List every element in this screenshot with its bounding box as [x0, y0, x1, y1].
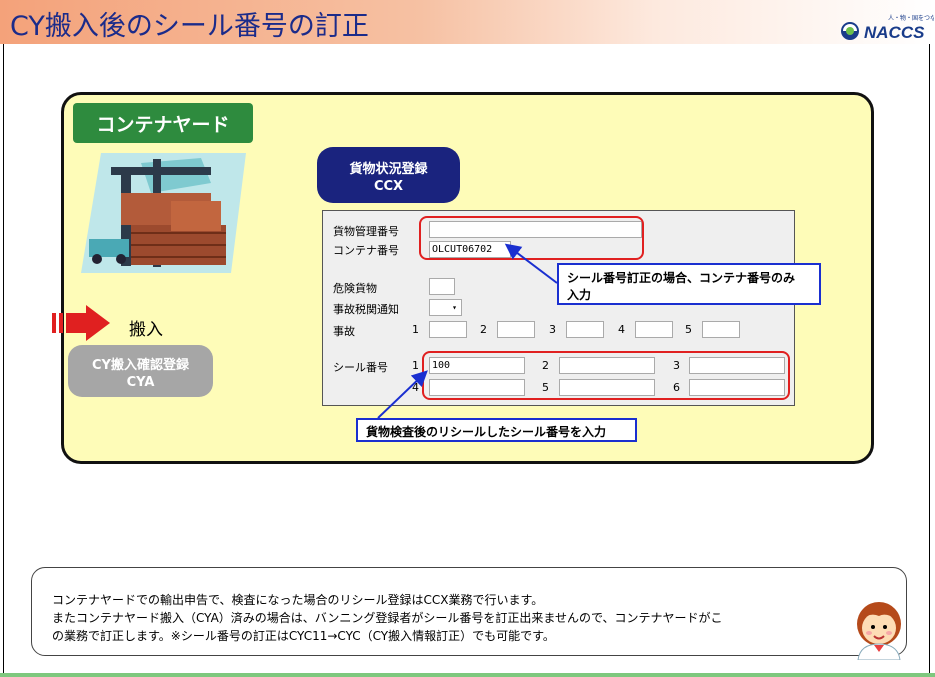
container-no-highlight — [419, 216, 644, 260]
staff-character-illustration — [857, 602, 901, 660]
accident-input-1[interactable] — [429, 321, 467, 338]
dangerous-input[interactable] — [429, 278, 455, 295]
seal-num-1: 1 — [412, 359, 419, 372]
accident-num-2: 2 — [480, 323, 487, 336]
bottom-rule — [0, 673, 935, 677]
right-border — [929, 44, 930, 677]
accident-input-2[interactable] — [497, 321, 535, 338]
ccx-title: 貨物状況登録 — [349, 162, 428, 177]
accident-num-1: 1 — [412, 323, 419, 336]
hannyu-label: 搬入 — [129, 320, 163, 340]
accident-num-3: 3 — [549, 323, 556, 336]
chevron-down-icon: ▾ — [452, 303, 457, 312]
logo-tagline: 人・物・国をつなぐ — [888, 14, 934, 22]
accident-input-3[interactable] — [566, 321, 604, 338]
logo-text: NACCS — [864, 23, 925, 42]
cargo-no-label: 貨物管理番号 — [333, 225, 399, 238]
dangerous-label: 危険貨物 — [333, 282, 377, 295]
seal-num-4: 4 — [412, 381, 419, 394]
cya-code: CYA — [126, 375, 155, 390]
explanation-note: コンテナヤードでの輸出申告で、検査になった場合のリシール登録はCCX業務で行いま… — [31, 567, 907, 656]
accident-input-4[interactable] — [635, 321, 673, 338]
accident-input-5[interactable] — [702, 321, 740, 338]
note-line-2: またコンテナヤード搬入（CYA）済みの場合は、バンニング登録者がシール番号を訂正… — [52, 611, 723, 625]
header-bar: CY搬入後のシール番号の訂正 NACCS 人・物・国をつなぐ — [0, 0, 935, 44]
accident-label: 事故 — [333, 325, 355, 338]
container-yard-label: コンテナヤード — [73, 103, 253, 143]
ccx-code: CCX — [373, 179, 404, 194]
container-no-label: コンテナ番号 — [333, 244, 399, 257]
seal-no-highlight — [422, 351, 790, 400]
accident-num-4: 4 — [618, 323, 625, 336]
ccx-button[interactable]: 貨物状況登録 CCX — [317, 147, 460, 203]
note-line-1: コンテナヤードでの輸出申告で、検査になった場合のリシール登録はCCX業務で行いま… — [52, 593, 544, 607]
container-yard-illustration — [81, 153, 246, 273]
container-callout-line2: 入力 — [567, 288, 592, 302]
container-no-callout: シール番号訂正の場合、コンテナ番号のみ 入力 — [557, 263, 821, 305]
accident-notice-select[interactable]: ▾ — [429, 299, 462, 316]
naccs-logo: NACCS 人・物・国をつなぐ — [841, 14, 934, 42]
left-border — [3, 44, 4, 677]
cya-button[interactable]: CY搬入確認登録 CYA — [68, 345, 213, 397]
right-arrow-icon — [52, 305, 110, 341]
page-title: CY搬入後のシール番号の訂正 — [10, 11, 369, 42]
container-callout-line1: シール番号訂正の場合、コンテナ番号のみ — [567, 271, 796, 285]
accident-notice-label: 事故税関通知 — [333, 303, 399, 316]
seal-no-callout: 貨物検査後のリシールしたシール番号を入力 — [356, 418, 637, 442]
accident-num-5: 5 — [685, 323, 692, 336]
seal-label: シール番号 — [333, 361, 388, 374]
note-line-3: の業務で訂正します。※シール番号の訂正はCYC11→CYC（CY搬入情報訂正）で… — [52, 629, 555, 643]
cya-title: CY搬入確認登録 — [92, 358, 189, 373]
